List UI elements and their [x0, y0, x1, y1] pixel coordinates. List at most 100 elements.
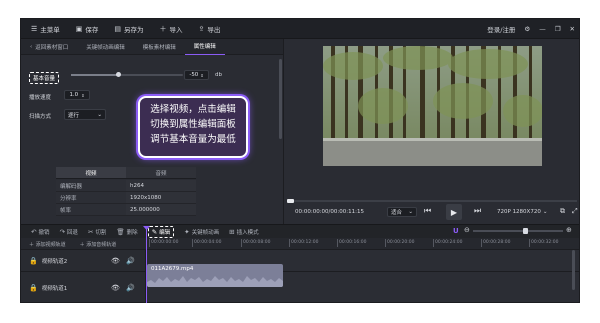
video-preview	[323, 46, 542, 166]
next-frame-icon[interactable]: ⏭	[474, 206, 481, 216]
insert-mode-label: 插入模式	[236, 229, 259, 236]
edit-icon: ✎	[151, 227, 158, 236]
speaker-icon[interactable]: 🔊	[126, 284, 135, 292]
volume-slider-knob[interactable]	[116, 72, 122, 77]
video-track-1: 🔒 视频轨道1 👁 🔊	[21, 272, 579, 302]
snapshot-icon[interactable]: ⧉	[560, 207, 565, 216]
edit-label: 编辑	[159, 229, 171, 236]
tab-template-edit[interactable]: 模板素材编辑	[134, 39, 185, 55]
cut-button[interactable]: ✂ 切割	[88, 228, 106, 236]
tab-video-info[interactable]: 视频	[56, 167, 126, 178]
track-label: 视频轨道1	[41, 285, 68, 292]
cut-label: 切割	[95, 229, 107, 236]
keyframe-button[interactable]: ✦ 关键帧动画	[184, 228, 219, 236]
info-key: 帧率	[56, 204, 126, 215]
preview-progress-knob[interactable]	[287, 199, 294, 203]
scan-row: 扫描方式	[29, 112, 51, 120]
back-to-material-tab[interactable]: ‹ 返回素材窗口	[21, 39, 77, 55]
lock-icon[interactable]: 🔒	[29, 284, 38, 292]
tab-keyframe-edit[interactable]: 关键帧动画编辑	[77, 39, 134, 55]
restore-icon[interactable]: ❐	[555, 25, 561, 33]
info-value: h264	[126, 180, 196, 191]
video-clip[interactable]: 011A2679.mp4	[147, 264, 283, 287]
stepper-icon: ⇕	[81, 92, 85, 98]
magnet-icon[interactable]: U	[453, 227, 459, 235]
resolution-select[interactable]: 720P 1280X720 ⌄	[497, 209, 547, 215]
playhead-line[interactable]	[146, 227, 147, 303]
redo-icon: ↷	[59, 227, 65, 236]
speaker-icon[interactable]: 🔊	[126, 257, 135, 265]
volume-input[interactable]: -50 ⇕	[184, 70, 209, 80]
gear-icon[interactable]: ⚙	[524, 25, 530, 33]
plus-icon: ＋	[159, 24, 167, 33]
minimize-icon[interactable]: —	[539, 25, 546, 33]
chevron-left-icon: ‹	[30, 43, 33, 50]
volume-row: 基本音量	[29, 72, 60, 84]
media-info-tabs: 视频 音频	[56, 167, 196, 179]
zoom-in-icon[interactable]: ⊕	[566, 226, 572, 234]
import-button[interactable]: ＋ 导入	[160, 24, 183, 34]
volume-slider[interactable]	[71, 72, 183, 77]
volume-label: 基本音量	[29, 72, 60, 84]
scan-value: 逐行	[68, 112, 80, 119]
scan-label: 扫描方式	[29, 114, 52, 120]
timeline-add-tracks: ＋ 添加视频轨道 ＋ 添加音频轨道	[21, 238, 146, 250]
ruler-tick: 00:00:20:00	[384, 239, 415, 247]
insert-mode-button[interactable]: ⊞ 插入模式	[229, 228, 258, 236]
preview-progress-track[interactable]	[287, 199, 577, 203]
tab-audio-info[interactable]: 音频	[126, 167, 196, 178]
save-as-button[interactable]: ▤ 另存为	[114, 24, 143, 34]
save-icon: ▣	[75, 24, 83, 33]
fit-select[interactable]: 适合 ⌄	[387, 207, 417, 217]
ruler-tick: 00:00:12:00	[288, 239, 319, 247]
volume-value: -50	[189, 72, 199, 78]
edit-button[interactable]: ✎ 编辑	[147, 225, 175, 238]
add-video-track-button[interactable]: ＋ 添加视频轨道	[29, 241, 66, 248]
save-as-label: 另存为	[124, 25, 144, 34]
scan-select[interactable]: 逐行 ⌄	[64, 109, 106, 120]
zoom-slider[interactable]	[473, 228, 563, 234]
instruction-callout: 选择视频，点击编辑 切换到属性编辑面板 调节基本音量为最低	[138, 96, 248, 158]
ruler-tick: 00:00:28:00	[480, 239, 511, 247]
prev-frame-icon[interactable]: ⏮	[424, 206, 431, 216]
delete-button[interactable]: 🗑 删除	[116, 228, 137, 236]
main-menu-button[interactable]: ☰ 主菜单	[31, 24, 60, 34]
video-frame-image	[323, 46, 542, 166]
redo-button[interactable]: ↷ 回退	[59, 228, 77, 236]
track-header: 🔒 视频轨道1 👁 🔊	[21, 272, 146, 302]
tab-property-edit[interactable]: 属性编辑	[184, 39, 225, 55]
speed-label: 播放速度	[29, 95, 52, 101]
keyframe-label: 关键帧动画	[191, 229, 220, 236]
timecode-display: 00:00:00:00/00:00:11:15	[295, 209, 364, 215]
eye-icon[interactable]: 👁	[111, 284, 120, 292]
export-button[interactable]: ⇪ 导出	[199, 24, 221, 34]
eye-icon[interactable]: 👁	[111, 257, 120, 265]
table-row: 帧率 25.000000	[56, 204, 196, 216]
login-link[interactable]: 登录/注册	[487, 24, 515, 34]
zoom-out-icon[interactable]: ⊖	[464, 226, 470, 234]
ruler-tick: 00:00:32:00	[528, 239, 559, 247]
panel-scrollbar[interactable]	[279, 59, 282, 139]
clip-waveform	[147, 276, 283, 287]
top-menu-bar: ☰ 主菜单 ▣ 保存 ▤ 另存为 ＋ 导入 ⇪ 导出 登录/注册 ⚙ — ❐ ✕	[21, 19, 579, 39]
speed-input[interactable]: 1.0 ⇕	[64, 90, 90, 100]
callout-line: 切换到属性编辑面板	[150, 119, 236, 130]
table-row: 编解码器 h264	[56, 180, 196, 192]
add-audio-track-button[interactable]: ＋ 添加音频轨道	[80, 241, 117, 248]
undo-button[interactable]: ↶ 撤销	[31, 228, 49, 236]
back-label: 返回素材窗口	[35, 44, 69, 51]
media-info-table: 编解码器 h264 分辨率 1920x1080 帧率 25.000000	[56, 180, 196, 216]
undo-label: 撤销	[38, 229, 50, 236]
play-icon[interactable]: ▶	[446, 204, 462, 220]
save-label: 保存	[85, 25, 99, 34]
timeline-ruler: ＋ 添加视频轨道 ＋ 添加音频轨道 00:00:00:00 00:00:04:0…	[21, 238, 579, 250]
close-icon[interactable]: ✕	[570, 25, 575, 33]
zoom-slider-knob[interactable]	[523, 228, 528, 234]
save-button[interactable]: ▣ 保存	[76, 24, 99, 34]
timeline-scrollbar[interactable]	[572, 250, 575, 290]
ruler-tick: 00:00:00:00	[148, 239, 179, 247]
track-header: 🔒 视频轨道2 👁 🔊	[21, 250, 146, 271]
resolution-value: 720P 1280X720	[497, 209, 541, 215]
lock-icon[interactable]: 🔒	[29, 257, 38, 265]
fullscreen-icon[interactable]: ⤢	[572, 207, 578, 216]
